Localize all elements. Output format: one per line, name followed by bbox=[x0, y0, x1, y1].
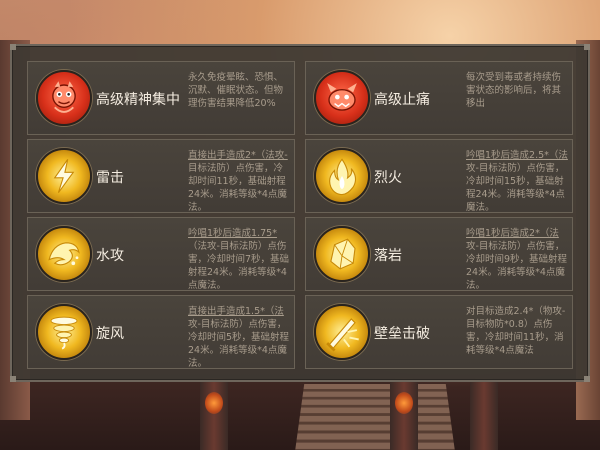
panel-corner bbox=[584, 44, 590, 50]
skills-panel: 高级精神集中 永久免疫晕眩、恐惧、沉默、催眠状态。但物理伤害结果降低20% 高级… bbox=[10, 44, 590, 382]
skill-card[interactable]: 落岩 吟唱1秒后造成2*（法攻-目标法防）点伤害，冷却时间9秒，基础射程24米。… bbox=[305, 217, 573, 291]
skill-name: 壁垒击破 bbox=[374, 326, 430, 342]
background-lantern bbox=[205, 392, 223, 414]
skill-description: 每次受到毒或者持续伤害状态的影响后，将其移出 bbox=[466, 72, 562, 109]
panel-corner bbox=[10, 44, 16, 50]
skill-description: 吟唱1秒后造成2*（法攻-目标法防）点伤害，冷却时间9秒，基础射程24米。消耗等… bbox=[466, 228, 568, 291]
red-demon-icon bbox=[36, 70, 92, 126]
skill-name: 水攻 bbox=[96, 248, 124, 264]
skill-description: 直接出手造成1.5*（法攻-目标法防）点伤害，冷却时间5秒，基础射程24米。消耗… bbox=[188, 306, 290, 369]
sword-break-icon bbox=[314, 304, 370, 360]
panel-corner bbox=[10, 376, 16, 382]
skill-name: 落岩 bbox=[374, 248, 402, 264]
fire-icon bbox=[314, 148, 370, 204]
skill-description: 吟唱1秒后造成2.5*（法攻-目标法防）点伤害，冷却时间15秒，基础射程24米。… bbox=[466, 150, 568, 213]
skill-description: 吟唱1秒后造成1.75*（法攻-目标法防）点伤害，冷却时间7秒，基础射程24米。… bbox=[188, 228, 290, 291]
skill-name: 高级止痛 bbox=[374, 92, 430, 108]
skill-card[interactable]: 水攻 吟唱1秒后造成1.75*（法攻-目标法防）点伤害，冷却时间7秒，基础射程2… bbox=[27, 217, 295, 291]
background-lantern bbox=[395, 392, 413, 414]
skill-card[interactable]: 壁垒击破 对目标造成2.4*（物攻-目标物防*0.8）点伤害，冷却时间11秒，消… bbox=[305, 295, 573, 369]
skill-card[interactable]: 高级止痛 每次受到毒或者持续伤害状态的影响后，将其移出 bbox=[305, 61, 573, 135]
skill-name: 旋风 bbox=[96, 326, 124, 342]
rock-icon bbox=[314, 226, 370, 282]
skill-card[interactable]: 旋风 直接出手造成1.5*（法攻-目标法防）点伤害，冷却时间5秒，基础射程24米… bbox=[27, 295, 295, 369]
skill-name: 烈火 bbox=[374, 170, 402, 186]
skill-name: 雷击 bbox=[96, 170, 124, 186]
panel-corner bbox=[584, 376, 590, 382]
skill-card[interactable]: 烈火 吟唱1秒后造成2.5*（法攻-目标法防）点伤害，冷却时间15秒，基础射程2… bbox=[305, 139, 573, 213]
lightning-icon bbox=[36, 148, 92, 204]
skill-description: 对目标造成2.4*（物攻-目标物防*0.8）点伤害，冷却时间11秒，消耗等级*4… bbox=[466, 306, 566, 356]
skill-description: 直接出手造成2*（法攻-目标法防）点伤害，冷却时间11秒，基础射程24米。消耗等… bbox=[188, 150, 288, 213]
skill-description: 永久免疫晕眩、恐惧、沉默、催眠状态。但物理伤害结果降低20% bbox=[188, 72, 284, 109]
background-pillar bbox=[390, 378, 418, 450]
skill-name: 高级精神集中 bbox=[96, 92, 180, 108]
water-wave-icon bbox=[36, 226, 92, 282]
background-bridge bbox=[295, 383, 455, 450]
background-pillar bbox=[200, 378, 228, 450]
whirlwind-icon bbox=[36, 304, 92, 360]
background-pillar bbox=[470, 378, 498, 450]
skill-card[interactable]: 雷击 直接出手造成2*（法攻-目标法防）点伤害，冷却时间11秒，基础射程24米。… bbox=[27, 139, 295, 213]
red-beast-icon bbox=[314, 70, 370, 126]
skill-card[interactable]: 高级精神集中 永久免疫晕眩、恐惧、沉默、催眠状态。但物理伤害结果降低20% bbox=[27, 61, 295, 135]
